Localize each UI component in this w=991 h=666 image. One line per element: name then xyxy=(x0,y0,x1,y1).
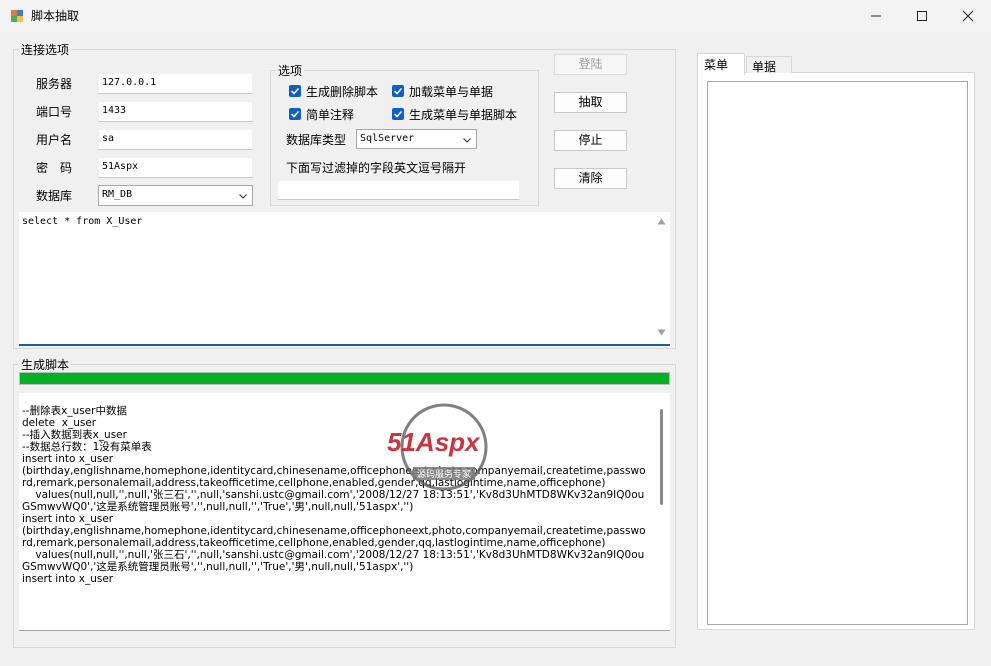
minimize-button[interactable] xyxy=(853,0,899,32)
close-button[interactable] xyxy=(945,0,991,32)
database-select-value: RM_DB xyxy=(102,189,133,200)
script-output-text: --删除表x_user中数据 delete x_user --插入数据到表x_u… xyxy=(22,405,646,585)
check-icon xyxy=(393,87,403,95)
database-select[interactable]: RM_DB xyxy=(98,185,253,206)
tab-menu[interactable]: 菜单 xyxy=(697,53,745,75)
maximize-button[interactable] xyxy=(899,0,945,32)
query-text: select * from X_User xyxy=(22,216,143,227)
username-input[interactable]: sa xyxy=(98,129,253,150)
watermark-logo: 51Aspx 源码服务专家 xyxy=(387,401,517,493)
gen-delete-script-checkbox[interactable] xyxy=(289,85,301,97)
script-output[interactable]: --删除表x_user中数据 delete x_user --插入数据到表x_u… xyxy=(19,393,670,631)
port-input[interactable]: 1433 xyxy=(98,101,253,122)
menu-tree[interactable] xyxy=(707,81,968,625)
login-button[interactable]: 登陆 xyxy=(554,54,627,75)
db-type-select-value: SqlServer xyxy=(360,133,415,144)
clear-button[interactable]: 清除 xyxy=(554,168,627,189)
load-menu-docs-checkbox[interactable] xyxy=(392,85,404,97)
window-title: 脚本抽取 xyxy=(31,9,80,23)
app-icon xyxy=(10,9,24,23)
output-scrollbar-thumb[interactable] xyxy=(660,409,663,505)
scroll-down-icon[interactable] xyxy=(657,329,666,336)
filter-input[interactable] xyxy=(277,180,520,200)
options-group-label: 选项 xyxy=(276,62,305,79)
tab-docs-label: 单据 xyxy=(752,60,777,74)
output-group-label: 生成脚本 xyxy=(19,356,72,373)
gen-menu-docs-script-label: 生成菜单与单据脚本 xyxy=(409,108,518,122)
tab-menu-label: 菜单 xyxy=(704,58,729,72)
tab-docs[interactable]: 单据 xyxy=(746,56,792,74)
close-icon xyxy=(962,10,974,22)
check-icon xyxy=(290,110,300,118)
query-textarea[interactable]: select * from X_User xyxy=(19,212,670,346)
extract-button[interactable]: 抽取 xyxy=(554,92,627,113)
username-label: 用户名 xyxy=(36,133,73,147)
stop-button[interactable]: 停止 xyxy=(554,130,627,151)
db-type-label: 数据库类型 xyxy=(286,133,347,147)
scroll-up-icon[interactable] xyxy=(657,218,666,225)
check-icon xyxy=(290,87,300,95)
check-icon xyxy=(393,110,403,118)
gen-menu-docs-script-checkbox[interactable] xyxy=(392,108,404,120)
load-menu-docs-label: 加载菜单与单据 xyxy=(409,85,494,99)
query-scrollbar[interactable] xyxy=(653,212,670,342)
database-label: 数据库 xyxy=(36,189,73,203)
chevron-down-icon xyxy=(239,194,247,199)
title-bar: 脚本抽取 xyxy=(0,0,991,32)
password-input[interactable]: 51Aspx xyxy=(98,157,253,178)
maximize-icon xyxy=(917,11,927,21)
watermark-tagline: 源码服务专家 xyxy=(413,467,476,480)
progress-bar xyxy=(19,372,670,385)
connection-group-label: 连接选项 xyxy=(19,41,72,58)
output-scrollbar[interactable] xyxy=(653,393,670,630)
simple-comment-label: 简单注释 xyxy=(306,108,355,122)
server-label: 服务器 xyxy=(36,77,73,91)
chevron-down-icon xyxy=(463,138,471,143)
watermark-brand: 51Aspx xyxy=(387,427,480,457)
progress-fill xyxy=(20,373,669,384)
minimize-icon xyxy=(871,15,881,17)
filter-label: 下面写过滤掉的字段英文逗号隔开 xyxy=(286,161,467,175)
db-type-select[interactable]: SqlServer xyxy=(356,129,477,149)
port-label: 端口号 xyxy=(36,105,73,119)
simple-comment-checkbox[interactable] xyxy=(289,108,301,120)
password-label: 密 码 xyxy=(36,161,73,175)
gen-delete-script-label: 生成删除脚本 xyxy=(306,85,379,99)
server-input[interactable]: 127.0.0.1 xyxy=(98,73,253,94)
